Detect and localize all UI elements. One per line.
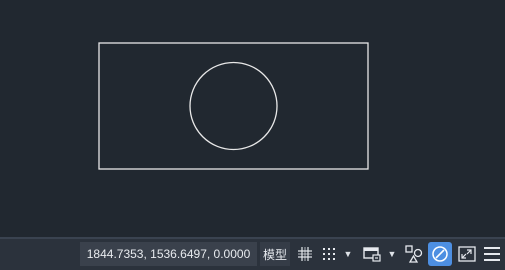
cad-application: 1844.7353, 1536.6497, 0.0000 模型 ▼ ▼ <box>0 0 505 270</box>
viewport-lock-icon[interactable] <box>428 242 452 266</box>
menu-icon[interactable] <box>481 242 503 266</box>
drawing-svg <box>98 42 369 170</box>
object-snap-icon[interactable] <box>402 242 426 266</box>
coordinate-readout[interactable]: 1844.7353, 1536.6497, 0.0000 <box>80 242 257 266</box>
annotation-dropdown-arrow-icon[interactable]: ▼ <box>385 242 399 266</box>
drawing-canvas[interactable] <box>0 0 505 237</box>
snap-dots-icon[interactable] <box>318 242 340 266</box>
model-space-button[interactable]: 模型 <box>260 242 290 266</box>
fullscreen-icon[interactable] <box>455 242 479 266</box>
grid-icon[interactable] <box>294 242 316 266</box>
annotation-display-icon[interactable] <box>360 242 384 266</box>
status-bar: 1844.7353, 1536.6497, 0.0000 模型 ▼ ▼ <box>0 239 505 270</box>
snap-dropdown-arrow-icon[interactable]: ▼ <box>341 242 355 266</box>
drawing-circle[interactable] <box>189 61 278 151</box>
